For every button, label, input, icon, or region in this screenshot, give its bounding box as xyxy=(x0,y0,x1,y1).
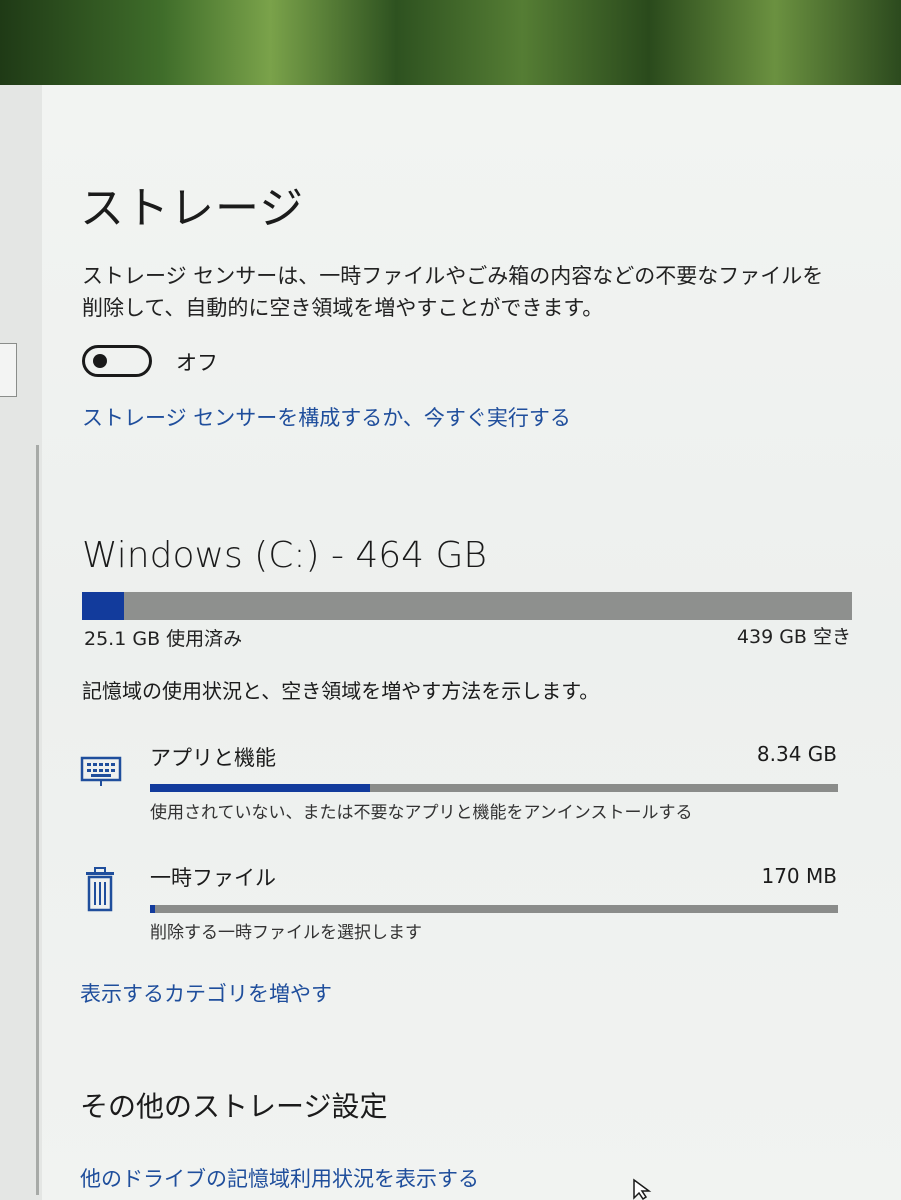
navigation-pane xyxy=(0,85,43,1200)
category-subtext: 削除する一時ファイルを選択します xyxy=(150,923,422,943)
category-size: 8.34 GB xyxy=(756,742,837,766)
drive-title: Windows (C:) - 464 GB xyxy=(82,535,487,576)
category-subtext: 使用されていない、または不要なアプリと機能をアンインストールする xyxy=(150,803,693,823)
drive-free-label: 439 GB 空き xyxy=(736,626,851,648)
trash-icon xyxy=(86,867,114,912)
usage-description: 記憶域の使用状況と、空き領域を増やす方法を示します。 xyxy=(82,679,600,703)
category-label: アプリと機能 xyxy=(150,746,276,770)
category-usage-bar-fill xyxy=(150,905,155,913)
nav-pane-scrollbar[interactable] xyxy=(36,445,39,1195)
desktop-wallpaper xyxy=(0,0,901,92)
category-usage-bar-fill xyxy=(150,784,371,792)
storage-sense-description: ストレージ センサーは、一時ファイルやごみ箱の内容などの不要なファイルを削除して… xyxy=(82,264,824,320)
category-label: 一時ファイル xyxy=(150,866,276,890)
other-storage-settings-heading: その他のストレージ設定 xyxy=(80,1090,388,1123)
toggle-knob xyxy=(93,354,107,368)
page-title: ストレージ xyxy=(80,183,305,234)
category-size: 170 MB xyxy=(761,864,837,888)
nav-pane-edge-tab[interactable] xyxy=(0,343,17,397)
category-usage-bar xyxy=(150,784,838,792)
category-usage-bar xyxy=(150,905,838,913)
keyboard-icon xyxy=(80,756,122,786)
configure-storage-sense-link[interactable]: ストレージ センサーを構成するか、今すぐ実行する xyxy=(82,402,571,432)
drive-usage-bar-fill xyxy=(82,592,124,620)
show-more-categories-link[interactable]: 表示するカテゴリを増やす xyxy=(80,978,332,1008)
storage-sense-toggle[interactable] xyxy=(82,345,152,377)
drive-used-label: 25.1 GB 使用済み xyxy=(84,628,243,650)
mouse-cursor-icon xyxy=(633,1178,652,1200)
storage-sense-toggle-state: オフ xyxy=(176,351,218,375)
drive-usage-bar xyxy=(82,592,852,620)
other-drives-usage-link[interactable]: 他のドライブの記憶域利用状況を表示する xyxy=(80,1163,479,1193)
